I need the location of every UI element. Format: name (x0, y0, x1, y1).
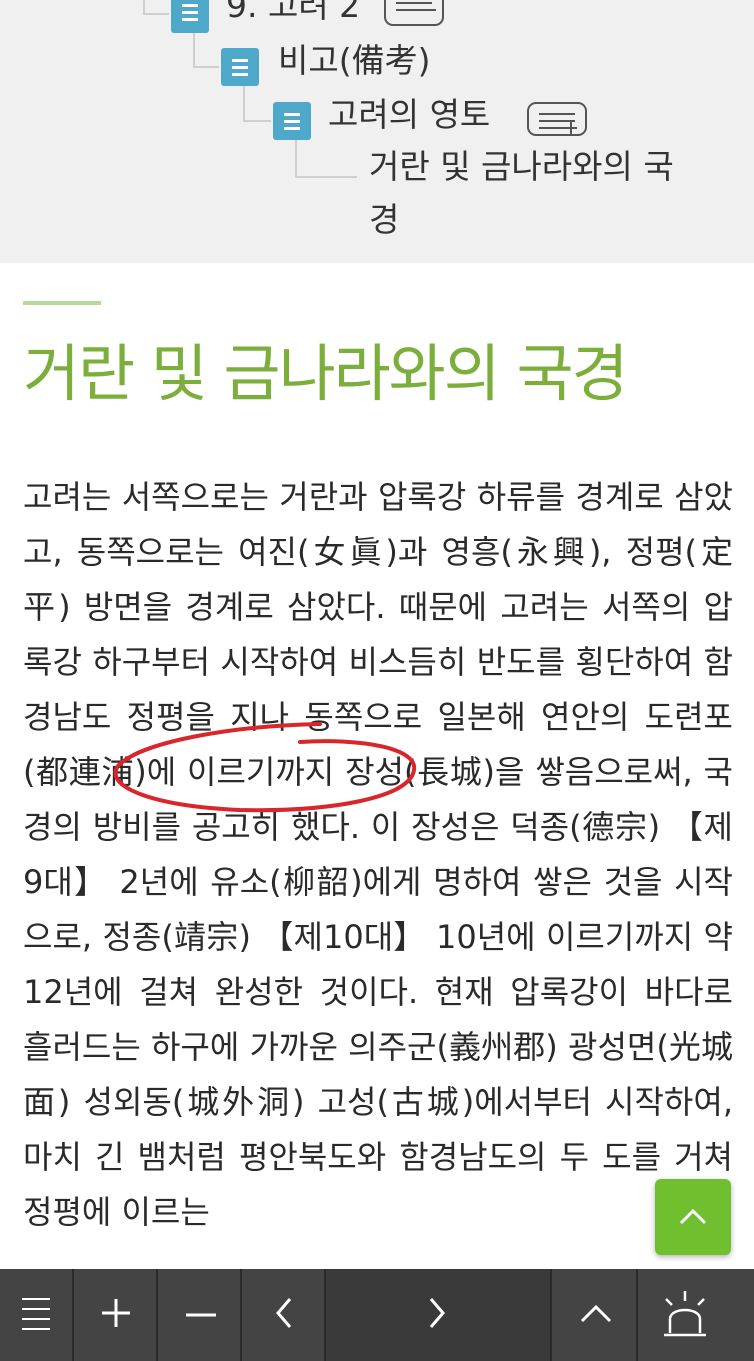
tree-connector (295, 176, 357, 178)
tree-item-label-current[interactable]: 거란 및 금나라와의 국 (369, 147, 674, 187)
tree-connector (193, 33, 195, 67)
minus-icon (186, 1313, 216, 1317)
document-icon (221, 48, 259, 86)
tree-connector (243, 86, 245, 120)
tree-connector (243, 120, 271, 122)
tree-item-label[interactable]: 9. 고려 2 (226, 0, 360, 26)
chevron-up-icon (580, 1304, 612, 1323)
tree-item-label[interactable]: 비고(備考) (278, 41, 430, 81)
zoom-out-button[interactable] (158, 1269, 242, 1361)
zoom-in-button[interactable] (74, 1269, 158, 1361)
alert-button[interactable] (638, 1269, 754, 1361)
tree-panel: 9. 고려 2 비고(備考) 고려의 영토 거란 및 금나라와의 국 경 (0, 0, 754, 263)
tree-connector (193, 66, 219, 68)
next-button[interactable] (326, 1269, 552, 1361)
up-button[interactable] (552, 1269, 638, 1361)
chevron-right-icon (429, 1298, 445, 1328)
scroll-top-button[interactable] (655, 1179, 731, 1255)
page-title: 거란 및 금나라와의 국경 (23, 337, 629, 410)
expand-list-button[interactable] (527, 102, 587, 136)
tree-item-label-current-wrap[interactable]: 경 (369, 200, 399, 240)
tree-item-label[interactable]: 고려의 영토 (328, 95, 490, 135)
tree-connector (295, 139, 297, 177)
menu-button[interactable] (0, 1269, 74, 1361)
alarm-light-icon (664, 1291, 706, 1337)
tree-connector (143, 0, 145, 14)
prev-button[interactable] (242, 1269, 326, 1361)
tree-connector (143, 13, 169, 15)
title-accent-bar (23, 301, 101, 305)
document-icon (273, 102, 311, 140)
menu-icon (22, 1298, 50, 1330)
article-body: 고려는 서쪽으로는 거란과 압록강 하류를 경계로 삼았고, 동쪽으로는 여진(… (23, 478, 733, 1231)
page: 9. 고려 2 비고(備考) 고려의 영토 거란 및 금나라와의 국 경 거란 … (0, 0, 754, 1361)
bottom-toolbar (0, 1269, 754, 1361)
chevron-up-icon (679, 1208, 707, 1225)
expand-list-button[interactable] (384, 0, 444, 26)
chevron-left-icon (276, 1298, 292, 1328)
document-icon (171, 0, 209, 33)
plus-icon (102, 1299, 130, 1327)
